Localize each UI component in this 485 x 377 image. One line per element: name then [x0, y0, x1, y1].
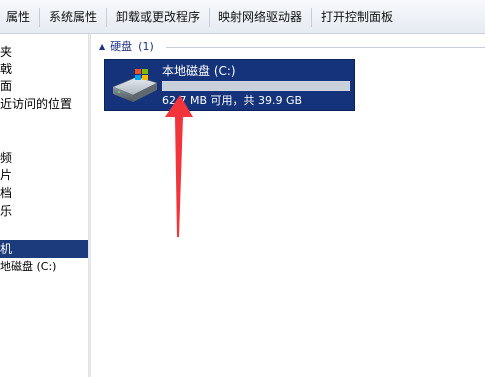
nav-item-music[interactable]: 乐 — [0, 202, 12, 220]
hard-disk-group-header[interactable]: ▲ 硬盘 (1) — [99, 40, 154, 54]
toolbar-uninstall-program-button[interactable]: 卸载或更改程序 — [116, 9, 200, 26]
pane-splitter[interactable] — [88, 34, 91, 377]
group-divider — [166, 47, 485, 48]
drive-name: 本地磁盘 (C:) — [162, 64, 236, 78]
nav-item-desktop[interactable]: 面 — [0, 77, 12, 95]
nav-item-computer[interactable]: 机 — [0, 240, 88, 258]
nav-item-downloads[interactable]: 戟 — [0, 60, 12, 78]
toolbar-map-network-drive-button[interactable]: 映射网络驱动器 — [218, 9, 302, 26]
toolbar-separator — [39, 8, 40, 27]
nav-item-favorites[interactable]: 夹 — [0, 43, 12, 61]
toolbar-open-control-panel-button[interactable]: 打开控制面板 — [321, 9, 393, 26]
group-count: (1) — [138, 40, 154, 53]
nav-item-pictures[interactable]: 片 — [0, 166, 12, 184]
drive-usage-bar — [162, 81, 350, 91]
nav-item-local-disk-c[interactable]: 地磁盘 (C:) — [0, 258, 56, 276]
nav-item-recent-places[interactable]: 近访问的位置 — [0, 95, 72, 113]
toolbar-system-properties-button[interactable]: 系统属性 — [49, 9, 97, 26]
toolbar-separator — [209, 8, 210, 27]
nav-item-videos[interactable]: 频 — [0, 149, 12, 167]
group-title: 硬盘 — [110, 40, 133, 53]
drive-tile-local-disk-c[interactable]: 本地磁盘 (C:) 62.7 MB 可用，共 39.9 GB — [104, 59, 355, 111]
toolbar-properties-button[interactable]: 属性 — [6, 9, 30, 26]
command-toolbar: 属性 系统属性 卸载或更改程序 映射网络驱动器 打开控制面板 — [0, 0, 485, 34]
nav-item-documents[interactable]: 档 — [0, 184, 12, 202]
navigation-pane: 夹 戟 面 近访问的位置 频 片 档 乐 机 地磁盘 (C:) — [0, 34, 88, 377]
toolbar-separator — [311, 8, 312, 27]
collapse-triangle-icon[interactable]: ▲ — [99, 42, 105, 51]
toolbar-separator — [106, 8, 107, 27]
red-annotation-arrow — [165, 95, 193, 237]
drive-usage-bar-fill — [163, 82, 349, 90]
